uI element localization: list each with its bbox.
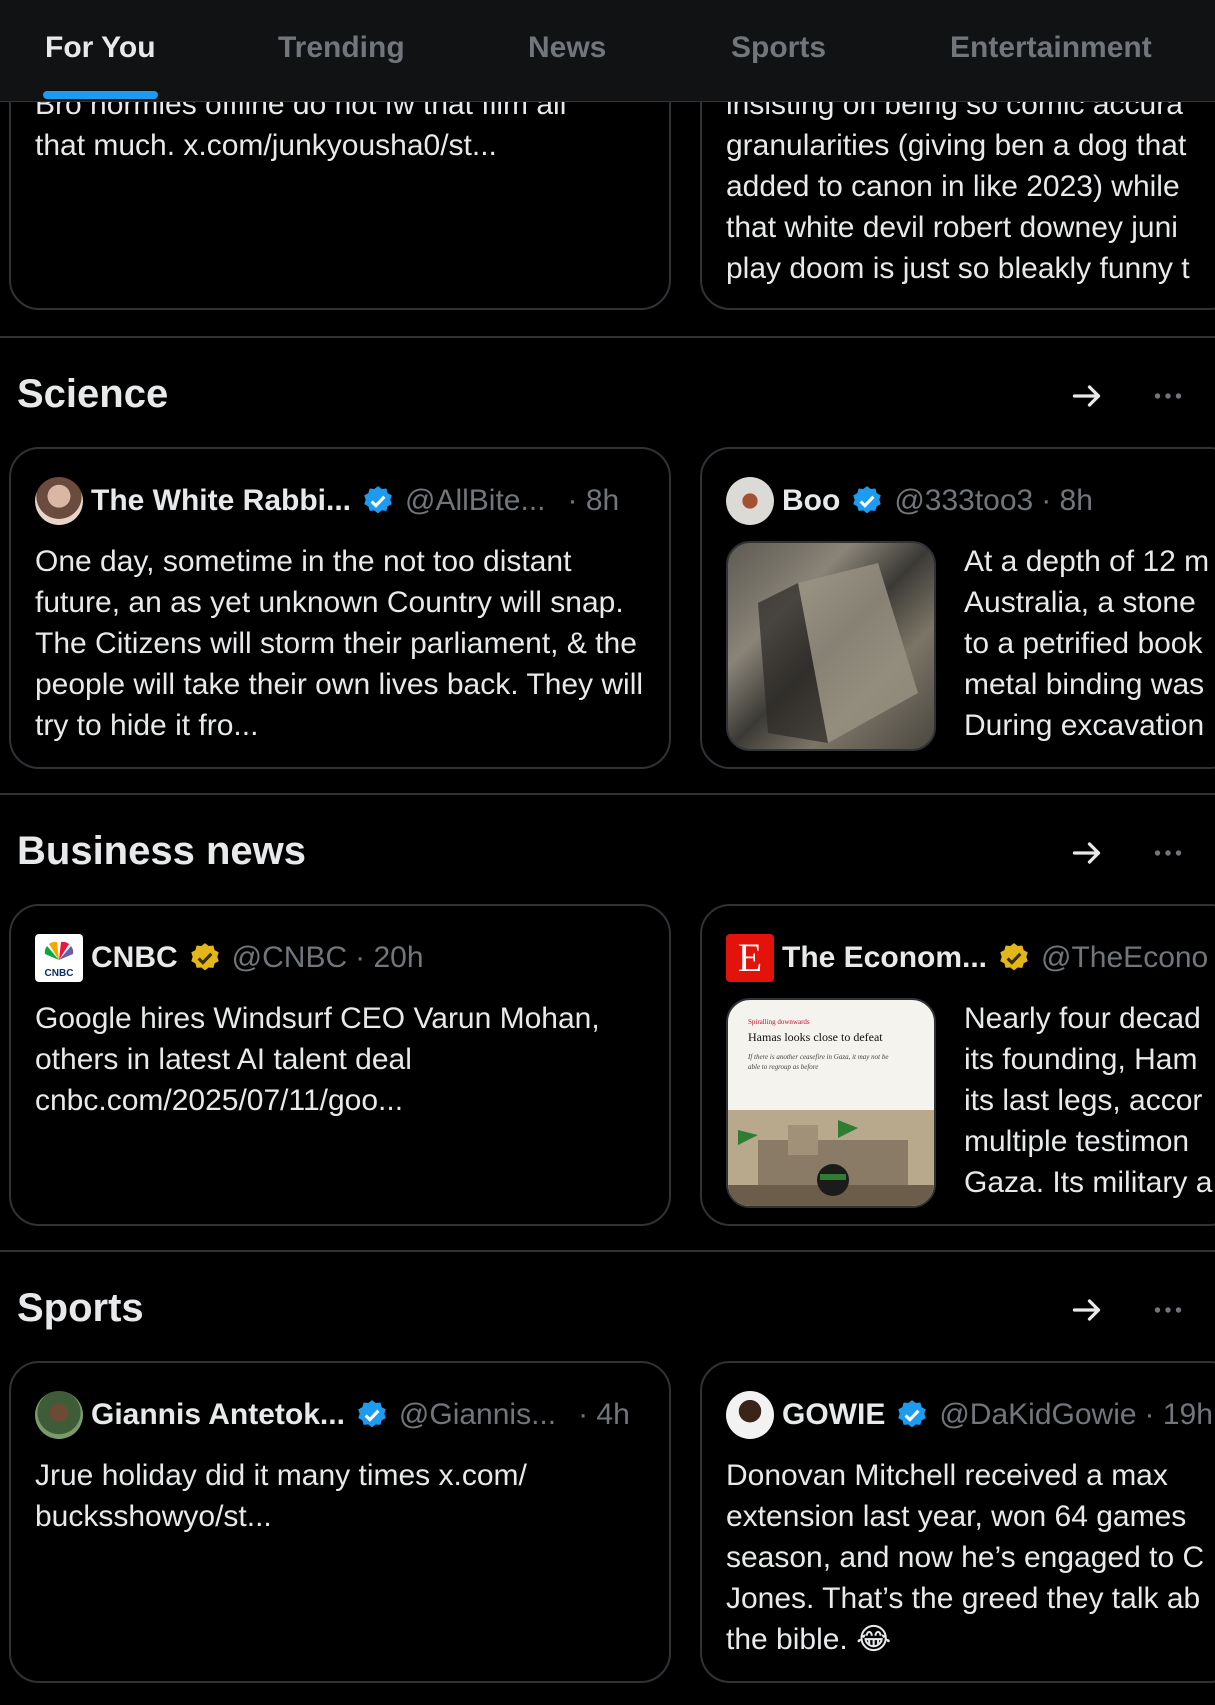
avatar[interactable] [35,477,83,525]
verified-badge-icon [898,1400,927,1428]
section-title-science: Science [17,372,169,416]
post-time[interactable]: · 20h [355,941,423,975]
top-tab-bar: For You Trending News Sports Entertainme… [0,0,1215,102]
post-header: The White Rabbi... @AllBite... · 8h [35,475,619,527]
post-time[interactable]: · 19h [1145,1398,1213,1432]
author-handle[interactable]: @Giannis... [399,1398,556,1432]
section-divider [0,793,1215,795]
author-handle[interactable]: @333too3 [894,484,1033,518]
economist-logo-icon[interactable]: E [726,934,774,982]
post-time[interactable]: · 8h [568,484,620,518]
avatar[interactable] [726,1391,774,1439]
author-name[interactable]: GOWIE [782,1398,885,1432]
tab-trending[interactable]: Trending [278,0,405,96]
author-handle[interactable]: @TheEcono [1041,941,1208,975]
verified-badge-icon [190,943,219,971]
post-text: At a depth of 12 m Australia, a stone to… [964,545,1210,742]
post-card[interactable]: Boo @333too3 · 8h At a depth of 12 m Aus… [700,447,1215,769]
post-header: Giannis Antetok... @Giannis... · 4h [35,1389,630,1441]
post-text: Jrue holiday did it many times x.com/ bu… [35,1459,527,1533]
post-header: CNBC CNBC @CNBC · 20h [35,932,424,984]
arrow-right-icon[interactable] [1070,378,1106,414]
section-title-sports: Sports [17,1286,144,1330]
author-handle[interactable]: @CNBC [232,941,347,975]
post-text: Google hires Windsurf CEO Varun Mohan, o… [35,998,655,1121]
avatar[interactable] [726,477,774,525]
author-name[interactable]: The Econom... [782,941,987,975]
post-text: One day, sometime in the not too distant… [35,545,644,742]
post-card[interactable]: The White Rabbi... @AllBite... · 8h One … [9,447,671,769]
post-card[interactable]: GOWIE @DaKidGowie · 19h Donovan Mitchell… [700,1361,1215,1683]
author-handle[interactable]: @DaKidGowie [939,1398,1136,1432]
section-divider [0,1250,1215,1252]
cnbc-logo-icon[interactable]: CNBC [35,934,83,982]
verified-badge-icon [358,1400,386,1428]
svg-text:CNBC: CNBC [45,968,74,979]
post-text: Donovan Mitchell received a max extensio… [726,1459,1205,1656]
tab-news[interactable]: News [528,0,606,96]
post-card[interactable]: CNBC CNBC @CNBC · 20h Google hires Winds… [9,904,671,1226]
author-handle[interactable]: @AllBite... [405,484,546,518]
more-horizontal-icon[interactable] [1150,378,1186,414]
section-title-business-news: Business news [17,829,307,873]
tab-entertainment[interactable]: Entertainment [950,0,1152,96]
post-time[interactable]: · 8h [1041,484,1093,518]
more-horizontal-icon[interactable] [1150,835,1186,871]
section-divider [0,336,1215,338]
verified-badge-icon [364,486,392,514]
more-horizontal-icon[interactable] [1150,1292,1186,1328]
author-name[interactable]: Boo [782,484,840,518]
post-media-image[interactable]: Spiralling downwards Hamas looks close t… [726,998,936,1208]
arrow-right-icon[interactable] [1070,835,1106,871]
arrow-right-icon[interactable] [1070,1292,1106,1328]
author-name[interactable]: CNBC [91,941,178,975]
active-tab-indicator [43,91,158,99]
post-text: insisting on being so comic accura granu… [726,88,1190,285]
author-name[interactable]: Giannis Antetok... [91,1398,345,1432]
tab-sports[interactable]: Sports [731,0,826,96]
post-text: Nearly four decad its founding, Ham its … [964,1002,1213,1199]
author-name[interactable]: The White Rabbi... [91,484,351,518]
post-header: GOWIE @DaKidGowie · 19h [726,1389,1213,1441]
avatar[interactable] [35,1391,83,1439]
post-media-image[interactable] [726,541,936,751]
verified-badge-icon [1000,943,1028,971]
post-header: E The Econom... @TheEcono [726,932,1208,984]
verified-badge-icon [853,486,882,514]
post-card[interactable]: Giannis Antetok... @Giannis... · 4h Jrue… [9,1361,671,1683]
post-card[interactable]: E The Econom... @TheEcono Spiralling dow… [700,904,1215,1226]
post-link[interactable]: cnbc.com/2025/07/11/goo... [35,1080,655,1121]
tab-for-you[interactable]: For You [45,0,156,96]
post-time[interactable]: · 4h [578,1398,630,1432]
post-header: Boo @333too3 · 8h [726,475,1093,527]
